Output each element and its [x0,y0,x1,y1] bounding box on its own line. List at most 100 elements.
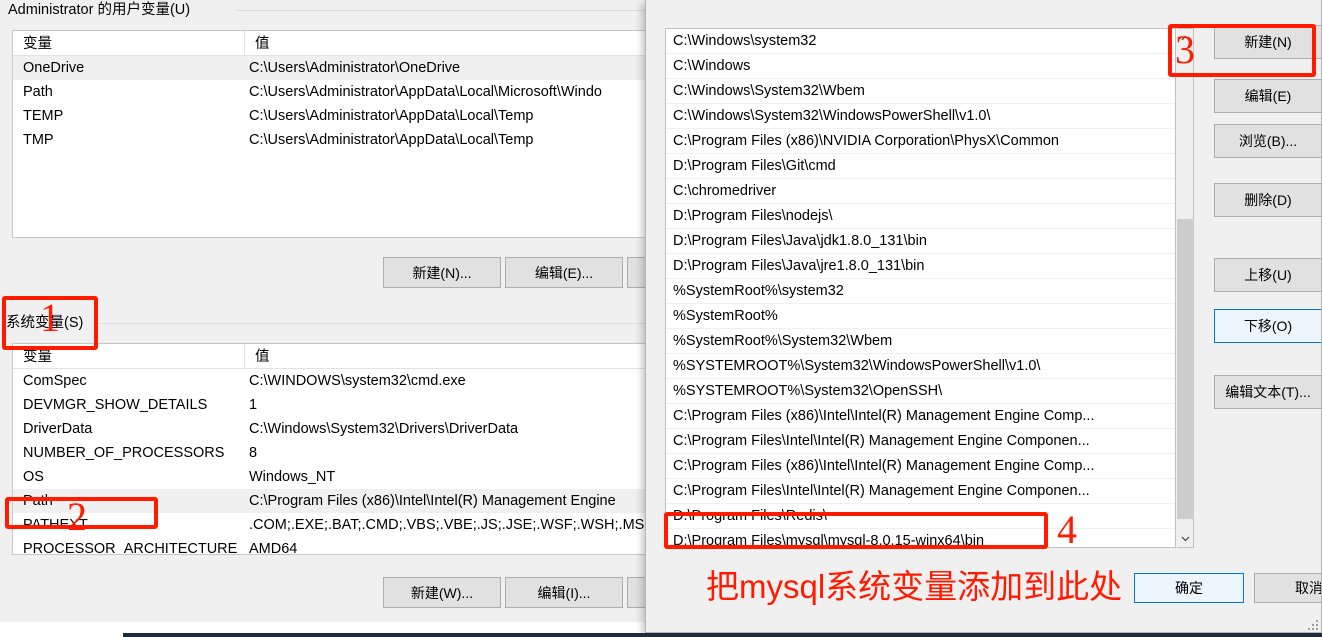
table-row[interactable]: Path C:\Program Files (x86)\Intel\Intel(R… [13,489,699,513]
path-button-label: 下移(O) [1243,318,1293,334]
user-variables-table-header: 变量 值 [13,31,699,56]
path-list-item[interactable]: C:\chromedriver [666,179,1175,204]
user-edit-button[interactable]: 编辑(E)... [505,257,623,288]
path-list-item[interactable]: C:\Program Files\Intel\Intel(R) Manageme… [666,479,1175,504]
variable-value-cell: C:\Users\Administrator\AppData\Local\Tem… [249,108,534,124]
path-button-6[interactable]: 下移(O) [1214,309,1321,343]
variable-value-cell: C:\Users\Administrator\AppData\Local\Mic… [249,84,602,100]
user-variables-table[interactable]: 变量 值 OneDrive C:\Users\Administrator\OneD… [12,30,699,238]
system-new-button[interactable]: 新建(W)... [383,577,501,608]
path-button-1[interactable]: 新建(N) [1214,25,1321,59]
user-new-button[interactable]: 新建(N)... [383,257,501,288]
path-button-label: 新建(N) [1244,34,1292,50]
system-variables-group-divider [100,323,699,324]
variable-name-cell: DEVMGR_SHOW_DETAILS [23,397,208,413]
user-variables-group-divider [236,10,699,11]
resize-grip[interactable] [1305,617,1318,630]
chevron-down-icon [1181,536,1190,541]
variable-value-cell: AMD64 [249,541,298,555]
table-row[interactable]: PROCESSOR_ARCHITECTURE AMD64 [13,537,699,555]
scrollbar-thumb[interactable] [1177,219,1194,519]
path-list-scrollbar[interactable] [1177,28,1194,548]
taskbar-dark-strip [123,633,1322,637]
variable-name-cell: TEMP [23,108,64,124]
variable-value-cell: C:\Program Files (x86)\Intel\Intel(R) Ma… [249,493,616,509]
variable-value-cell: C:\WINDOWS\system32\cmd.exe [249,373,466,389]
path-list-item[interactable]: D:\Program Files\Java\jre1.8.0_131\bin [666,254,1175,279]
path-list-item[interactable]: %SYSTEMROOT%\System32\WindowsPowerShell\… [666,354,1175,379]
path-action-buttons: 新建(N) 编辑(E) 浏览(B)... 删除(D) 上移(U) 下移(O) 编辑文本(T)… [1194,0,1321,560]
path-button-label: 删除(D) [1244,192,1292,208]
table-row[interactable]: OS Windows_NT [13,465,699,489]
edit-environment-variable-dialog: C:\Windows\system32 C:\Windows C:\Windows\… [645,0,1322,633]
path-list-item[interactable]: %SYSTEMROOT%\System32\OpenSSH\ [666,379,1175,404]
column-header-name[interactable]: 变量 [13,344,245,368]
path-list-item[interactable]: %SystemRoot%\system32 [666,279,1175,304]
environment-variables-dialog: Administrator 的用户变量(U) 变量 值 OneDrive C:\U… [0,0,700,622]
variable-value-cell: .COM;.EXE;.BAT;.CMD;.VBS;.VBE;.JS;.JSE;.… [249,517,655,533]
path-list-item[interactable]: %SystemRoot%\System32\Wbem [666,329,1175,354]
path-button-4[interactable]: 删除(D) [1214,183,1321,217]
table-row[interactable]: PATHEXT .COM;.EXE;.BAT;.CMD;.VBS;.VBE;.JS… [13,513,699,537]
variable-name-cell: DriverData [23,421,93,437]
system-edit-button[interactable]: 编辑(I)... [505,577,623,608]
column-header-value[interactable]: 值 [245,31,699,55]
path-list-item[interactable]: C:\Windows [666,54,1175,79]
path-button-3[interactable]: 浏览(B)... [1214,124,1321,158]
path-list-item[interactable]: C:\Program Files (x86)\NVIDIA Corporatio… [666,129,1175,154]
path-list-item[interactable]: D:\Program Files\nodejs\ [666,204,1175,229]
variable-name-cell: NUMBER_OF_PROCESSORS [23,445,225,461]
path-list-item[interactable]: C:\Windows\System32\Wbem [666,79,1175,104]
variable-value-cell: 1 [249,397,258,413]
user-variables-rows: OneDrive C:\Users\Administrator\OneDrive P… [13,56,699,152]
ok-button[interactable]: 确定 [1134,573,1244,603]
path-entry-list[interactable]: C:\Windows\system32 C:\Windows C:\Windows\… [665,28,1176,548]
variable-name-cell: OS [23,469,44,485]
variable-name-cell: OneDrive [23,60,85,76]
path-list-item[interactable]: D:\Program Files\Java\jdk1.8.0_131\bin [666,229,1175,254]
variable-value-cell: Windows_NT [249,469,336,485]
path-list-item[interactable]: D:\Program Files\Git\cmd [666,154,1175,179]
variable-name-cell: PATHEXT [23,517,88,533]
path-button-label: 浏览(B)... [1238,133,1298,149]
variable-name-cell: Path [23,84,53,100]
path-button-7[interactable]: 编辑文本(T)... [1214,375,1321,409]
variable-value-cell: 8 [249,445,258,461]
system-variables-table[interactable]: 变量 值 ComSpec C:\WINDOWS\system32\cmd.exe D… [12,343,699,555]
column-header-name[interactable]: 变量 [13,31,245,55]
table-row[interactable]: ComSpec C:\WINDOWS\system32\cmd.exe [13,369,699,393]
column-header-value[interactable]: 值 [245,344,699,368]
path-list-item[interactable]: C:\Program Files\Intel\Intel(R) Manageme… [666,429,1175,454]
scroll-up-arrow-icon[interactable] [1177,29,1194,46]
user-variables-group-label: Administrator 的用户变量(U) [8,2,191,18]
path-button-label: 编辑文本(T)... [1225,384,1311,400]
system-variables-table-header: 变量 值 [13,344,699,369]
path-button-2[interactable]: 编辑(E) [1214,79,1321,113]
screenshot-root: Administrator 的用户变量(U) 变量 值 OneDrive C:\U… [0,0,1322,637]
variable-value-cell: C:\Users\Administrator\OneDrive [249,60,461,76]
variable-name-cell: ComSpec [23,373,87,389]
variable-value-cell: C:\Users\Administrator\AppData\Local\Tem… [249,132,534,148]
cancel-button[interactable]: 取消 [1254,573,1321,603]
table-row[interactable]: TMP C:\Users\Administrator\AppData\Local\… [13,128,699,152]
table-row[interactable]: OneDrive C:\Users\Administrator\OneDrive [13,56,699,80]
system-variables-group-label: 系统变量(S) [6,315,84,331]
path-list-item[interactable]: D:\Program Files\Redis\ [666,504,1175,529]
table-row[interactable]: NUMBER_OF_PROCESSORS 8 [13,441,699,465]
path-button-label: 上移(U) [1244,267,1292,283]
table-row[interactable]: DEVMGR_SHOW_DETAILS 1 [13,393,699,417]
table-row[interactable]: DriverData C:\Windows\System32\Drivers\Dr… [13,417,699,441]
path-button-5[interactable]: 上移(U) [1214,258,1321,292]
path-list-item[interactable]: C:\Program Files (x86)\Intel\Intel(R) Ma… [666,454,1175,479]
path-list-item[interactable]: %SystemRoot% [666,304,1175,329]
system-variables-rows: ComSpec C:\WINDOWS\system32\cmd.exe DEVMGR… [13,369,699,555]
path-list-item[interactable]: C:\Windows\System32\WindowsPowerShell\v1… [666,104,1175,129]
path-list-item[interactable]: C:\Windows\system32 [666,29,1175,54]
table-row[interactable]: TEMP C:\Users\Administrator\AppData\Local… [13,104,699,128]
path-list-item[interactable]: C:\Program Files (x86)\Intel\Intel(R) Ma… [666,404,1175,429]
variable-name-cell: TMP [23,132,54,148]
table-row[interactable]: Path C:\Users\Administrator\AppData\Local… [13,80,699,104]
variable-value-cell: C:\Windows\System32\Drivers\DriverData [249,421,519,437]
path-list-item[interactable]: D:\Program Files\mysql\mysql-8.0.15-winx… [666,529,1175,547]
scroll-down-arrow-icon[interactable] [1177,530,1194,547]
